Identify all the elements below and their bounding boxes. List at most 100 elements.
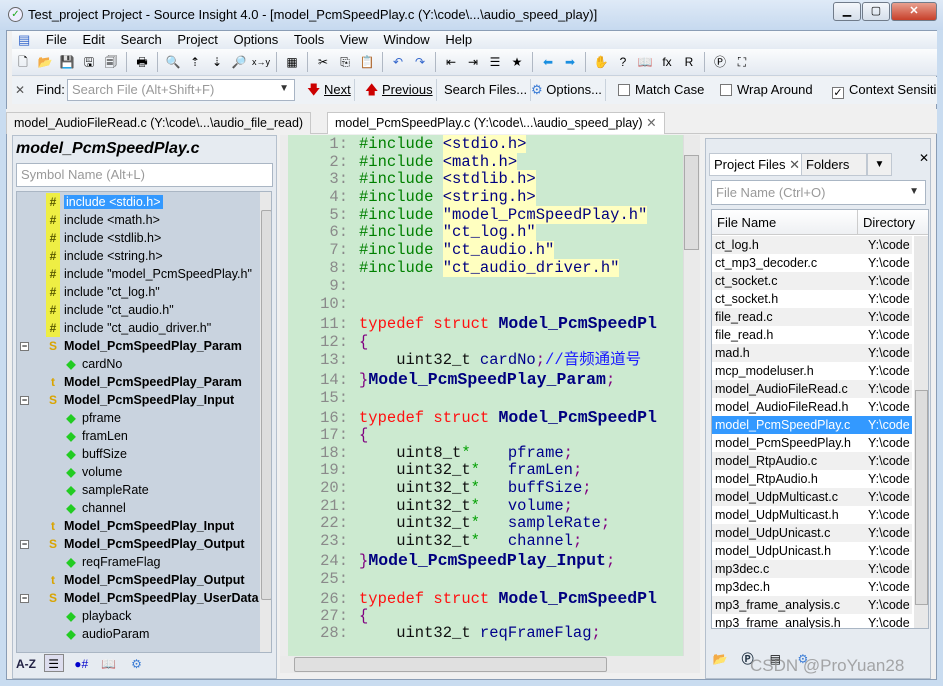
- file-row[interactable]: ct_socket.c Y:\code: [712, 272, 912, 290]
- symbol-item[interactable]: ◆ pframe: [64, 409, 121, 427]
- tab-model-audiofileread[interactable]: model_AudioFileRead.c (Y:\code\...\audio…: [6, 112, 312, 134]
- symbol-item[interactable]: # include "model_PcmSpeedPlay.h": [46, 265, 252, 283]
- symbol-item[interactable]: # include <string.h>: [46, 247, 163, 265]
- screen-icon[interactable]: ⛶: [733, 53, 751, 71]
- symbol-item[interactable]: ◆ sampleRate: [64, 481, 148, 499]
- file-row[interactable]: mp3_frame_analysis.c Y:\code: [712, 596, 912, 614]
- menu-help[interactable]: Help: [439, 31, 478, 49]
- file-row[interactable]: mp3dec.h Y:\code: [712, 578, 912, 596]
- bookmark-icon[interactable]: ★: [508, 53, 526, 71]
- file-row[interactable]: mp3_frame_analysis.h Y:\code: [712, 614, 912, 628]
- symbol-item[interactable]: − S Model_PcmSpeedPlay_UserData: [20, 589, 259, 607]
- file-row[interactable]: model_RtpAudio.h Y:\code: [712, 470, 912, 488]
- collapse-toggle-icon[interactable]: −: [20, 342, 29, 351]
- project-icon[interactable]: Ⓟ: [711, 53, 729, 71]
- file-row[interactable]: model_UdpMulticast.h Y:\code: [712, 506, 912, 524]
- file-row[interactable]: mp3dec.c Y:\code: [712, 560, 912, 578]
- app-menu-icon[interactable]: ▤: [12, 31, 36, 49]
- gear-icon[interactable]: ⚙: [127, 655, 147, 673]
- column-file-name[interactable]: File Name: [712, 210, 858, 235]
- symbol-item[interactable]: ◆ playback: [64, 607, 131, 625]
- symbol-item[interactable]: ◆ volume: [64, 463, 122, 481]
- scrollbar-thumb[interactable]: [684, 155, 699, 250]
- sort-az-button[interactable]: A-Z: [16, 655, 36, 673]
- context-sensitive-checkbox[interactable]: ✓ Context Sensiti: [832, 82, 936, 99]
- forward-icon[interactable]: ➡: [561, 53, 579, 71]
- copy-icon[interactable]: ⎘: [336, 53, 354, 71]
- new-file-icon[interactable]: 🗋: [14, 53, 32, 71]
- menu-search[interactable]: Search: [115, 31, 168, 49]
- jump-down-icon[interactable]: ⇣: [208, 53, 226, 71]
- options-button[interactable]: ⚙ Options...: [528, 79, 606, 101]
- match-case-checkbox[interactable]: Match Case: [618, 82, 704, 97]
- symbol-item[interactable]: ◆ audioParam: [64, 625, 149, 643]
- print-icon[interactable]: 🖶: [133, 53, 151, 71]
- scrollbar-thumb[interactable]: [294, 657, 607, 672]
- symbol-item[interactable]: t Model_PcmSpeedPlay_Output: [46, 571, 245, 589]
- replace-icon[interactable]: x→y: [252, 53, 270, 71]
- next-button[interactable]: 🡇 Next: [304, 79, 355, 101]
- symbol-item[interactable]: # include "ct_log.h": [46, 283, 160, 301]
- column-directory[interactable]: Directory: [858, 210, 915, 235]
- close-tab-icon[interactable]: ✕: [646, 116, 656, 130]
- list-view-icon[interactable]: ☰: [43, 654, 64, 672]
- book-icon[interactable]: 📖: [636, 53, 654, 71]
- back-icon[interactable]: ⬅: [539, 53, 557, 71]
- undo-icon[interactable]: ↶: [389, 53, 407, 71]
- find-input[interactable]: Search File (Alt+Shift+F) ▼: [67, 79, 295, 101]
- collapse-toggle-icon[interactable]: −: [20, 540, 29, 549]
- maximize-button[interactable]: ▢: [862, 2, 890, 21]
- symbol-info-icon[interactable]: ?: [614, 53, 632, 71]
- file-row[interactable]: mad.h Y:\code: [712, 344, 912, 362]
- menu-file[interactable]: File: [40, 31, 73, 49]
- tab-model-pcmspeedplay[interactable]: model_PcmSpeedPlay.c (Y:\code\...\audio_…: [327, 112, 665, 134]
- redo-icon[interactable]: ↷: [411, 53, 429, 71]
- relation-icon[interactable]: R: [680, 53, 698, 71]
- scrollbar-thumb[interactable]: [261, 210, 271, 600]
- outline-icon[interactable]: ☰: [486, 53, 504, 71]
- symbol-item[interactable]: # include "ct_audio.h": [46, 301, 174, 319]
- close-button[interactable]: ✕: [891, 2, 937, 21]
- symbol-item[interactable]: # include <stdio.h>: [46, 193, 163, 211]
- web-icon[interactable]: ▦: [283, 53, 301, 71]
- file-row[interactable]: model_UdpUnicast.c Y:\code: [712, 524, 912, 542]
- jump-up-icon[interactable]: ⇡: [186, 53, 204, 71]
- file-row[interactable]: model_UdpUnicast.h Y:\code: [712, 542, 912, 560]
- close-tab-icon[interactable]: ✕: [789, 157, 800, 172]
- symbol-item[interactable]: ◆ cardNo: [64, 355, 122, 373]
- tab-folders[interactable]: Folders: [801, 153, 867, 176]
- menu-view[interactable]: View: [334, 31, 374, 49]
- browse-icon[interactable]: 🔎: [230, 53, 248, 71]
- menu-tools[interactable]: Tools: [288, 31, 330, 49]
- file-name-input[interactable]: File Name (Ctrl+O) ▼: [711, 180, 926, 205]
- file-row[interactable]: mcp_modeluser.h Y:\code: [712, 362, 912, 380]
- book-icon[interactable]: 📖: [99, 655, 119, 673]
- file-row[interactable]: model_UdpMulticast.c Y:\code: [712, 488, 912, 506]
- hand-icon[interactable]: ✋: [592, 53, 610, 71]
- symbol-item[interactable]: ◆ channel: [64, 499, 125, 517]
- symbol-item[interactable]: # include "ct_audio_driver.h": [46, 319, 211, 337]
- chevron-down-icon[interactable]: ▼: [279, 83, 289, 94]
- file-row[interactable]: file_read.c Y:\code: [712, 308, 912, 326]
- paste-icon[interactable]: 📋: [358, 53, 376, 71]
- close-find-icon[interactable]: ✕: [15, 83, 25, 97]
- symbol-item[interactable]: − S Model_PcmSpeedPlay_Output: [20, 535, 245, 553]
- lookup-icon[interactable]: 🔍: [164, 53, 182, 71]
- cut-icon[interactable]: ✂: [314, 53, 332, 71]
- checkbox-box[interactable]: [720, 84, 732, 96]
- file-row[interactable]: model_AudioFileRead.c Y:\code: [712, 380, 912, 398]
- save-as-icon[interactable]: 🖫: [80, 53, 98, 71]
- tabs-overflow-button[interactable]: ▼: [867, 153, 892, 176]
- symbol-item[interactable]: ◆ framLen: [64, 427, 127, 445]
- open-folder-icon[interactable]: 📂: [710, 650, 730, 668]
- file-row[interactable]: model_AudioFileRead.h Y:\code: [712, 398, 912, 416]
- menu-project[interactable]: Project: [171, 31, 223, 49]
- symbol-item[interactable]: − S Model_PcmSpeedPlay_Input: [20, 391, 234, 409]
- wrap-around-checkbox[interactable]: Wrap Around: [720, 82, 813, 97]
- previous-button[interactable]: 🡅 Previous: [362, 79, 437, 101]
- menu-options[interactable]: Options: [227, 31, 284, 49]
- checkbox-box[interactable]: ✓: [832, 87, 844, 99]
- function-icon[interactable]: fx: [658, 53, 676, 71]
- symbol-types-icon[interactable]: ●#: [71, 655, 91, 673]
- scrollbar-thumb[interactable]: [915, 390, 928, 605]
